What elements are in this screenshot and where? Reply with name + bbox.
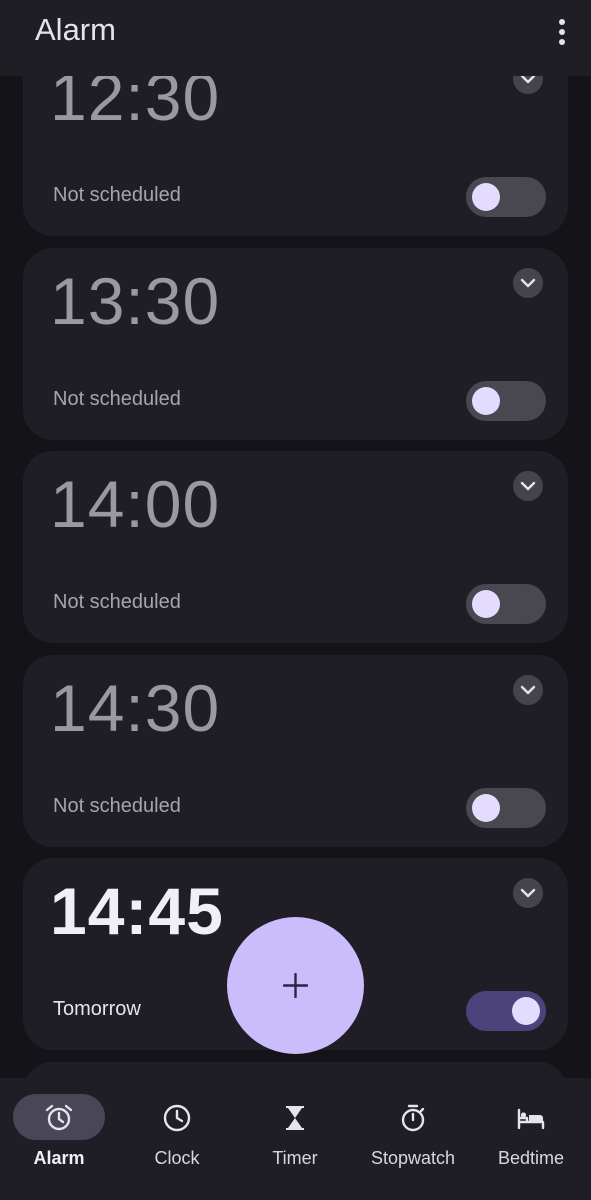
toggle-knob xyxy=(472,794,500,822)
tab-clock[interactable]: Clock xyxy=(118,1094,236,1190)
alarm-card[interactable]: 13:30 Not scheduled xyxy=(23,248,568,440)
toggle-knob xyxy=(512,997,540,1025)
bottom-navigation: Alarm Clock Timer Stopwatch Bedtime xyxy=(0,1078,591,1200)
chevron-down-icon xyxy=(520,481,536,491)
alarm-toggle[interactable] xyxy=(466,381,546,421)
alarm-card[interactable] xyxy=(23,1062,568,1078)
tab-label: Alarm xyxy=(33,1148,85,1168)
alarm-card[interactable]: 14:00 Not scheduled xyxy=(23,451,568,643)
alarm-time[interactable]: 14:30 xyxy=(50,665,220,751)
expand-button[interactable] xyxy=(513,878,543,908)
more-options-button[interactable] xyxy=(547,12,575,52)
page-title: Alarm xyxy=(35,12,116,47)
expand-button[interactable] xyxy=(513,675,543,705)
tab-label: Stopwatch xyxy=(370,1148,456,1168)
chevron-down-icon xyxy=(520,278,536,288)
alarm-schedule: Not scheduled xyxy=(53,795,181,817)
alarm-time[interactable]: 13:30 xyxy=(50,258,220,344)
alarm-clock-icon xyxy=(45,1104,73,1131)
clock-icon xyxy=(163,1104,191,1132)
alarm-toggle[interactable] xyxy=(466,991,546,1031)
bed-icon xyxy=(517,1108,545,1130)
stopwatch-icon xyxy=(401,1104,425,1132)
tab-stopwatch[interactable]: Stopwatch xyxy=(354,1094,472,1190)
alarm-schedule: Not scheduled xyxy=(53,591,181,613)
alarm-toggle[interactable] xyxy=(466,177,546,217)
alarm-toggle[interactable] xyxy=(466,584,546,624)
alarm-card[interactable]: 14:30 Not scheduled xyxy=(23,655,568,847)
alarm-time[interactable]: 14:00 xyxy=(50,461,220,547)
tab-label: Bedtime xyxy=(497,1148,565,1168)
chevron-down-icon xyxy=(520,888,536,898)
chevron-down-icon xyxy=(520,685,536,695)
hourglass-icon xyxy=(286,1106,304,1130)
alarm-time[interactable]: 14:45 xyxy=(50,868,224,954)
tab-timer[interactable]: Timer xyxy=(236,1094,354,1190)
tab-alarm[interactable]: Alarm xyxy=(0,1094,118,1190)
expand-button[interactable] xyxy=(513,268,543,298)
tab-label: Timer xyxy=(272,1148,318,1168)
alarm-schedule: Not scheduled xyxy=(53,388,181,410)
tab-bedtime[interactable]: Bedtime xyxy=(472,1094,590,1190)
alarm-schedule: Not scheduled xyxy=(53,184,181,206)
alarm-schedule: Tomorrow xyxy=(53,998,141,1020)
toggle-knob xyxy=(472,590,500,618)
add-alarm-button[interactable] xyxy=(227,917,364,1054)
expand-button[interactable] xyxy=(513,471,543,501)
toggle-knob xyxy=(472,387,500,415)
app-bar: Alarm xyxy=(0,0,591,76)
alarm-toggle[interactable] xyxy=(466,788,546,828)
plus-icon xyxy=(283,973,308,998)
more-vert-icon xyxy=(559,19,565,25)
toggle-knob xyxy=(472,183,500,211)
tab-label: Clock xyxy=(154,1148,200,1168)
